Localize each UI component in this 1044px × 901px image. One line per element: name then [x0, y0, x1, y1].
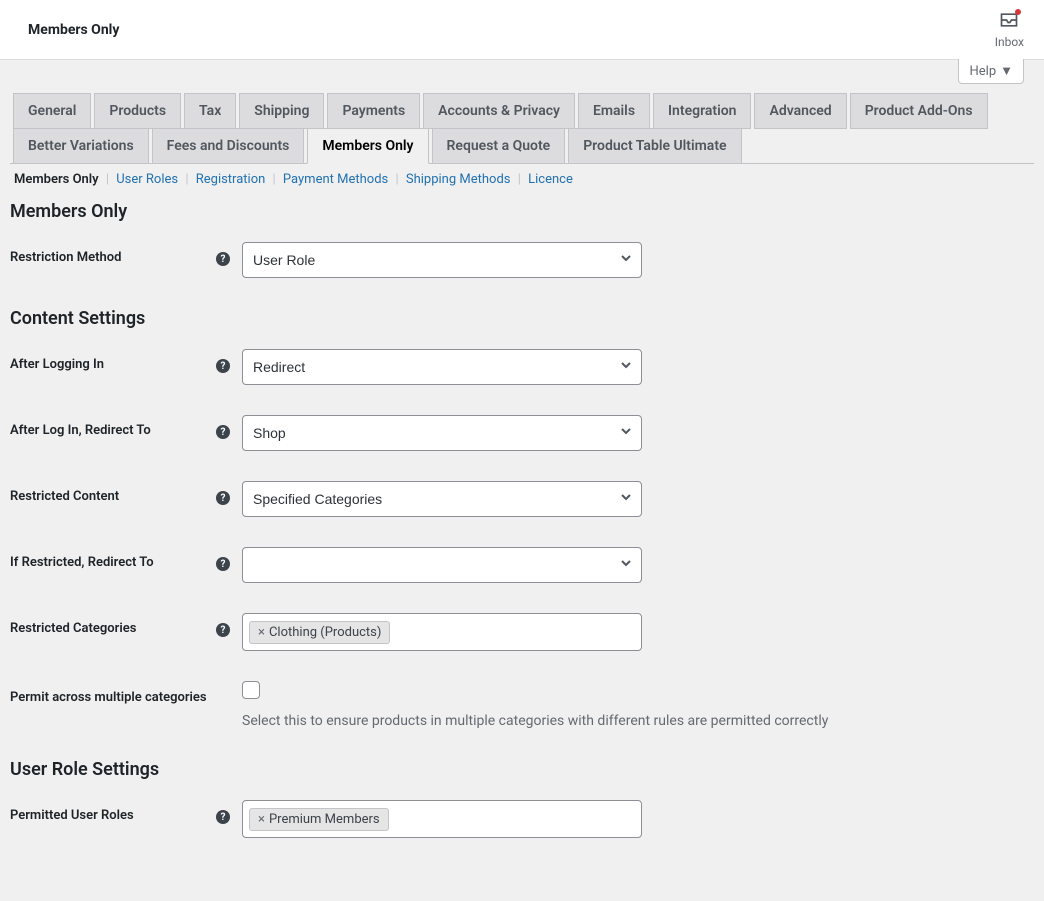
tag-label: Premium Members — [269, 812, 380, 827]
subsub-link[interactable]: User Roles — [112, 172, 182, 187]
row-restricted-content: Restricted Content ? Specified Categorie… — [10, 481, 1034, 517]
subsub-link[interactable]: Shipping Methods — [402, 172, 515, 187]
subsubsub-links: Members Only | User Roles | Registration… — [10, 172, 1034, 187]
inbox-label: Inbox — [995, 35, 1024, 49]
nav-tab[interactable]: Shipping — [239, 93, 324, 129]
tag-input-restricted-categories[interactable]: × Clothing (Products) — [242, 613, 642, 651]
close-icon[interactable]: × — [258, 625, 265, 640]
tag: × Premium Members — [249, 808, 389, 831]
row-if-restricted-redirect: If Restricted, Redirect To ? — [10, 547, 1034, 583]
help-icon[interactable]: ? — [216, 491, 230, 505]
help-icon[interactable]: ? — [216, 623, 230, 637]
top-bar: Members Only Inbox — [0, 0, 1044, 60]
label-restricted-content: Restricted Content — [10, 489, 119, 504]
help-icon[interactable]: ? — [216, 425, 230, 439]
nav-tab[interactable]: Product Table Ultimate — [568, 128, 741, 164]
inbox-button[interactable]: Inbox — [995, 11, 1024, 49]
close-icon[interactable]: × — [258, 812, 265, 827]
nav-tab[interactable]: Fees and Discounts — [152, 128, 305, 164]
checkbox-permit-multiple[interactable] — [242, 681, 260, 699]
section-user-role-settings: User Role Settings — [10, 759, 1034, 780]
select-if-restricted-redirect[interactable] — [242, 547, 642, 583]
subsub-link[interactable]: Registration — [192, 172, 270, 187]
help-label: Help — [969, 64, 996, 79]
section-content-settings: Content Settings — [10, 308, 1034, 329]
nav-tab[interactable]: Request a Quote — [432, 128, 566, 164]
row-permitted-roles: Permitted User Roles ? × Premium Members — [10, 800, 1034, 838]
section-members-only: Members Only — [10, 201, 1034, 222]
row-restriction-method: Restriction Method ? User Role — [10, 242, 1034, 278]
help-tab[interactable]: Help ▼ — [958, 59, 1024, 84]
primary-tabs: GeneralProductsTaxShippingPaymentsAccoun… — [10, 84, 1034, 164]
nav-tab[interactable]: Product Add-Ons — [850, 93, 988, 129]
nav-tab[interactable]: Products — [94, 93, 181, 129]
nav-tab[interactable]: Payments — [327, 93, 420, 129]
select-restricted-content[interactable]: Specified Categories — [242, 481, 642, 517]
help-icon[interactable]: ? — [216, 252, 230, 266]
separator: | — [269, 172, 279, 187]
label-after-login-redirect: After Log In, Redirect To — [10, 423, 151, 438]
tag-label: Clothing (Products) — [269, 625, 381, 640]
nav-tab[interactable]: Better Variations — [13, 128, 149, 164]
select-after-logging-in[interactable]: Redirect — [242, 349, 642, 385]
separator: | — [515, 172, 525, 187]
inbox-icon — [999, 11, 1019, 33]
row-after-login-redirect: After Log In, Redirect To ? Shop — [10, 415, 1034, 451]
row-after-logging-in: After Logging In ? Redirect — [10, 349, 1034, 385]
help-icon[interactable]: ? — [216, 557, 230, 571]
row-permit-multiple: Permit across multiple categories Select… — [10, 681, 1034, 729]
label-permitted-roles: Permitted User Roles — [10, 808, 134, 823]
separator: | — [392, 172, 402, 187]
subsub-link[interactable]: Members Only — [10, 172, 103, 187]
chevron-down-icon: ▼ — [1000, 63, 1013, 79]
nav-tab[interactable]: Tax — [184, 93, 236, 129]
description-permit-multiple: Select this to ensure products in multip… — [242, 713, 842, 729]
label-after-logging-in: After Logging In — [10, 357, 104, 372]
nav-tab[interactable]: Integration — [653, 93, 751, 129]
help-icon[interactable]: ? — [216, 810, 230, 824]
nav-tab[interactable]: General — [13, 93, 91, 129]
help-icon[interactable]: ? — [216, 359, 230, 373]
subsub-link[interactable]: Payment Methods — [279, 172, 392, 187]
label-permit-multiple: Permit across multiple categories — [10, 689, 207, 707]
tag: × Clothing (Products) — [249, 621, 390, 644]
separator: | — [103, 172, 113, 187]
page-title: Members Only — [28, 22, 119, 38]
label-restriction-method: Restriction Method — [10, 250, 121, 265]
label-restricted-categories: Restricted Categories — [10, 621, 136, 636]
subsub-link[interactable]: Licence — [524, 172, 577, 187]
notification-dot — [1015, 9, 1021, 15]
separator: | — [182, 172, 192, 187]
row-restricted-categories: Restricted Categories ? × Clothing (Prod… — [10, 613, 1034, 651]
nav-tab[interactable]: Emails — [578, 93, 650, 129]
nav-tab[interactable]: Accounts & Privacy — [423, 93, 575, 129]
nav-tab[interactable]: Members Only — [307, 128, 428, 164]
label-if-restricted-redirect: If Restricted, Redirect To — [10, 555, 154, 570]
nav-tab[interactable]: Advanced — [754, 93, 846, 129]
select-after-login-redirect[interactable]: Shop — [242, 415, 642, 451]
tag-input-permitted-roles[interactable]: × Premium Members — [242, 800, 642, 838]
select-restriction-method[interactable]: User Role — [242, 242, 642, 278]
